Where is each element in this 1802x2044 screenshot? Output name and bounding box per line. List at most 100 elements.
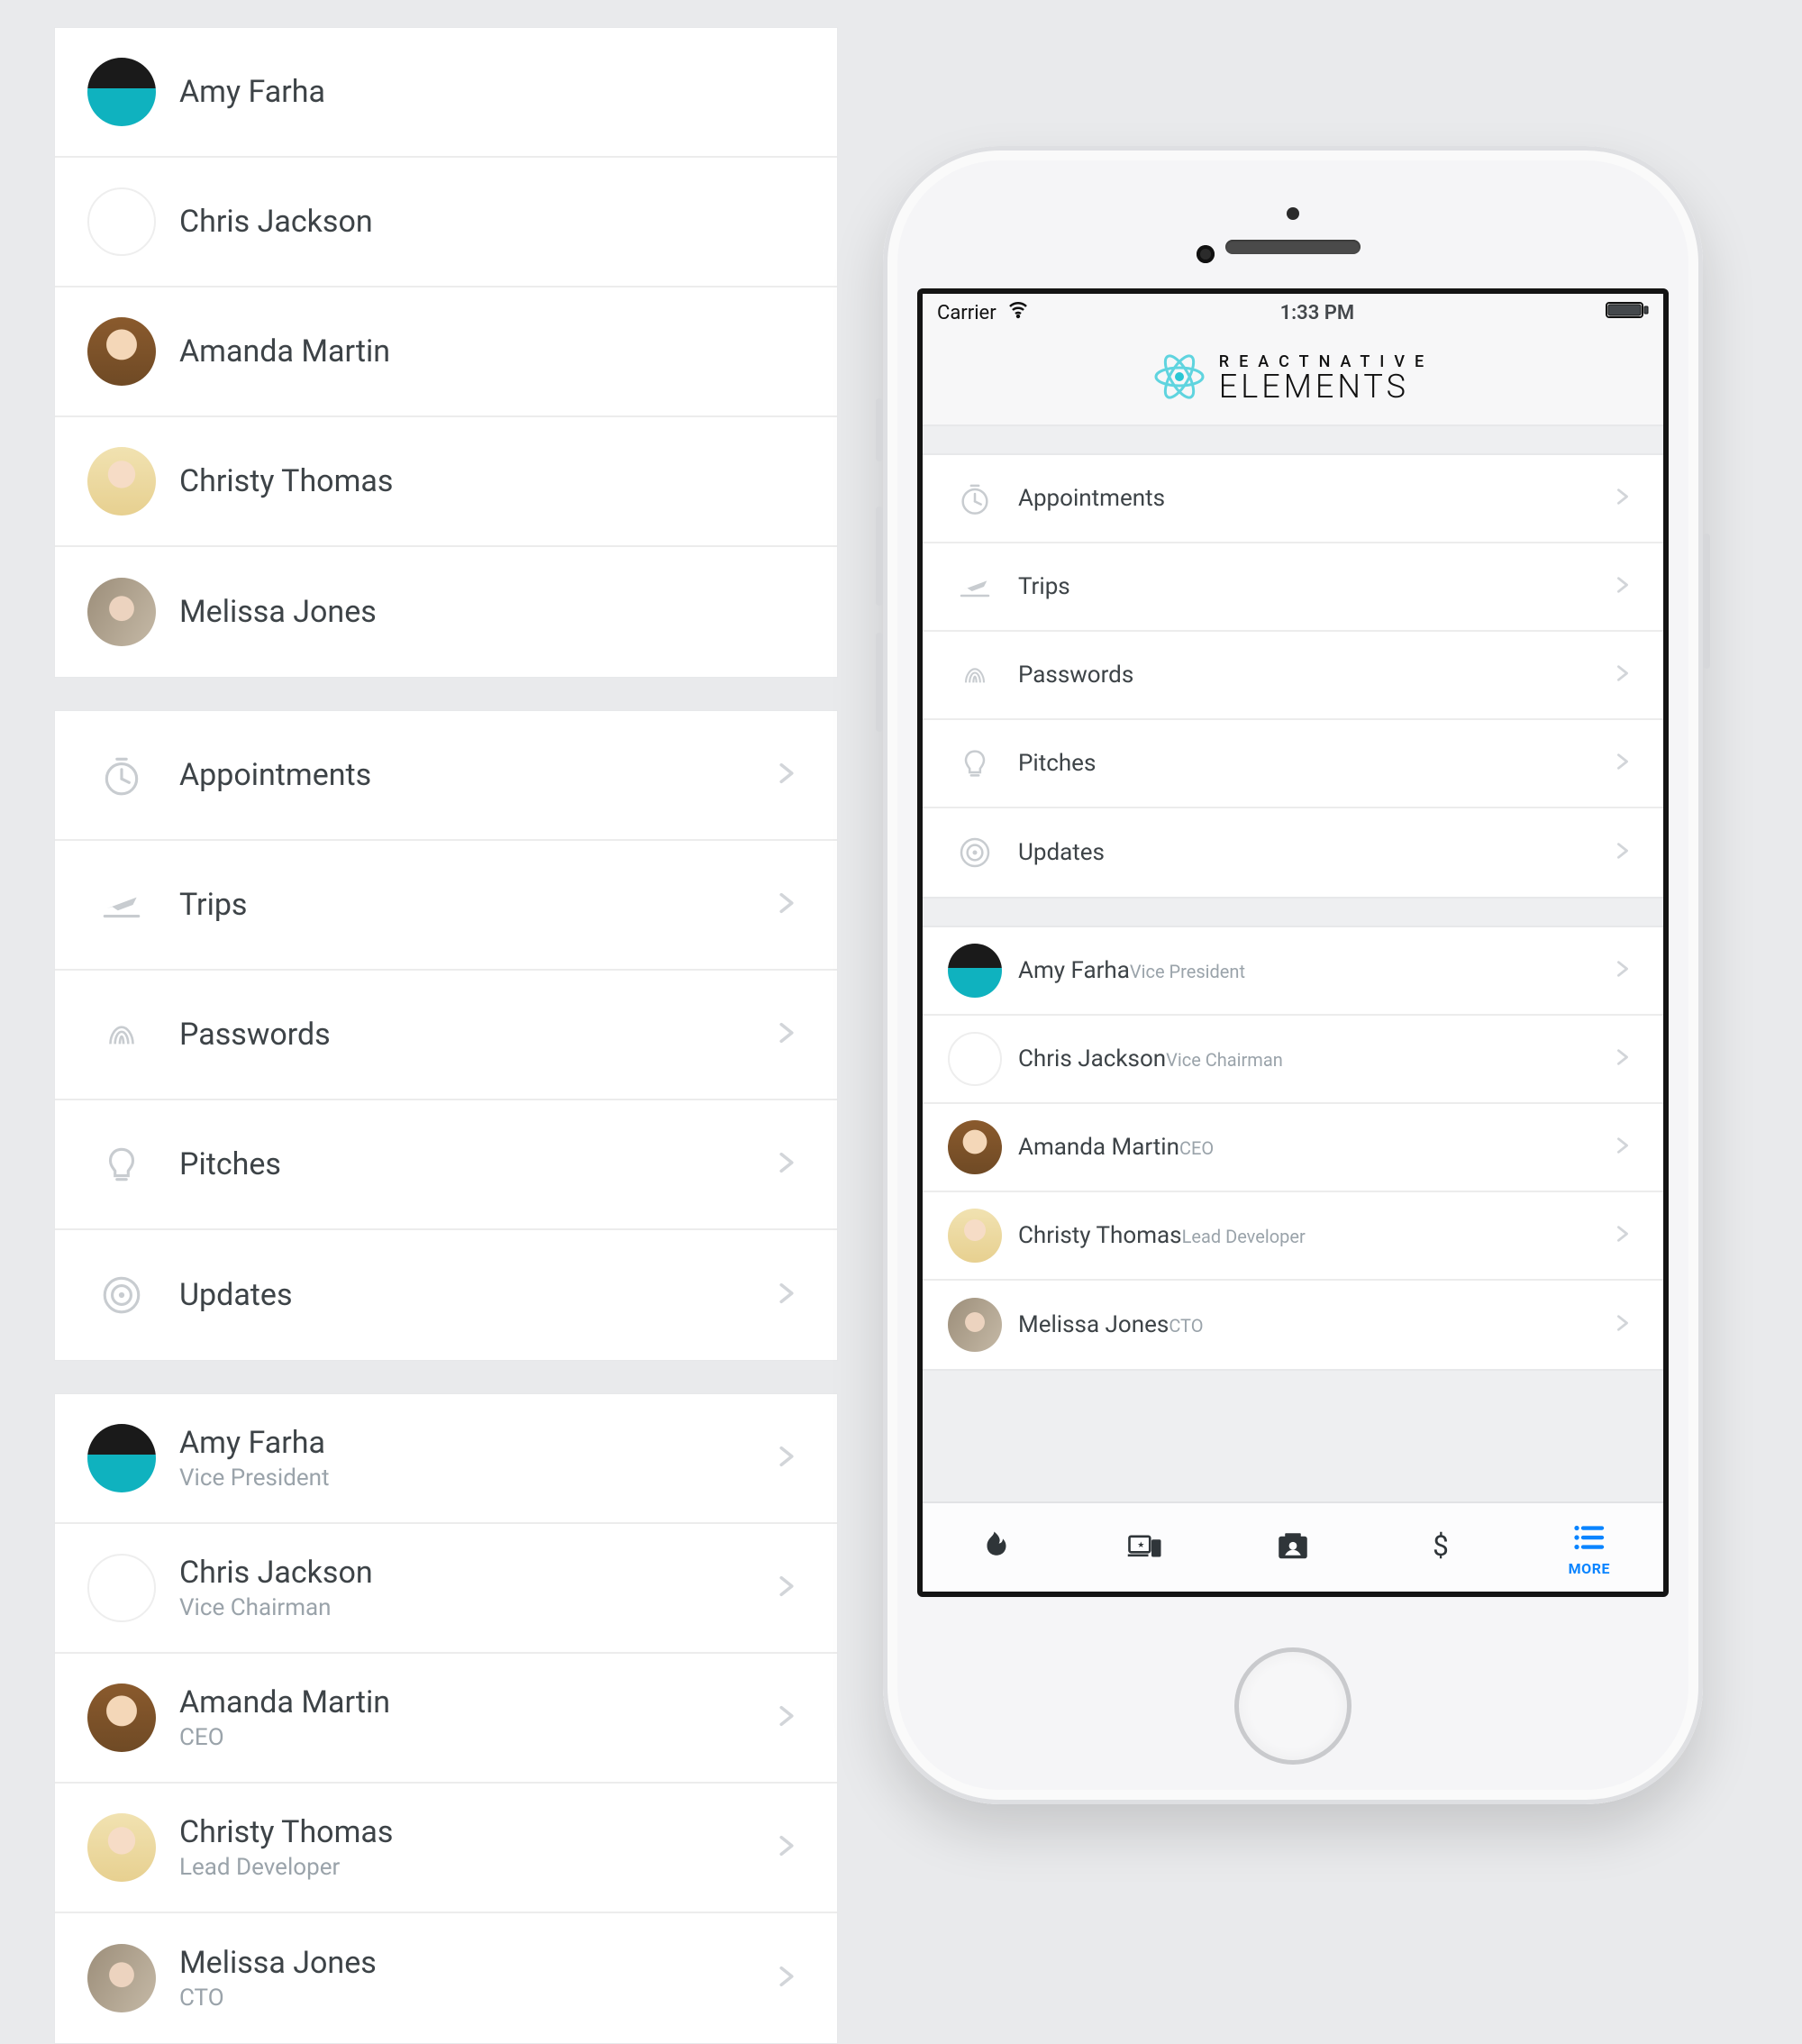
react-logo-icon	[1152, 350, 1206, 407]
list-item[interactable]: Amy FarhaVice President	[923, 927, 1663, 1016]
home-button[interactable]	[1234, 1647, 1352, 1765]
avatar	[946, 1032, 1004, 1086]
avatar	[946, 1298, 1004, 1352]
chevron-right-icon	[1613, 959, 1640, 982]
chevron-right-icon	[774, 761, 810, 789]
menu-label: Updates	[179, 1277, 774, 1313]
list-item[interactable]: Amy Farha	[55, 28, 837, 158]
avatar	[82, 1424, 161, 1492]
menu-item-trips[interactable]: Trips	[923, 543, 1663, 632]
list-item[interactable]: Amanda Martin CEO	[55, 1654, 837, 1784]
chevron-right-icon	[774, 890, 810, 919]
menu-item-appointments[interactable]: Appointments	[55, 711, 837, 841]
avatar	[82, 1813, 161, 1882]
tab-more-label: MORE	[1569, 1560, 1610, 1577]
fingerprint-icon	[946, 657, 1004, 693]
menu-item-passwords[interactable]: Passwords	[923, 632, 1663, 720]
list-item[interactable]: Melissa Jones	[55, 547, 837, 677]
menu-label: Appointments	[1018, 485, 1165, 512]
chevron-right-icon	[1613, 1313, 1640, 1337]
tab-contacts[interactable]	[1219, 1503, 1367, 1592]
chevron-right-icon	[774, 1444, 810, 1473]
tab-devices[interactable]	[1070, 1503, 1218, 1592]
menu-item-trips[interactable]: Trips	[55, 841, 837, 971]
phone-screen: Carrier 1:33 PM REACTNATIVE ELEMENTS	[917, 288, 1669, 1597]
person-name: Chris Jackson	[179, 1555, 774, 1591]
menu-label: Pitches	[1018, 750, 1096, 777]
person-name: Chris Jackson	[179, 204, 810, 240]
list-item[interactable]: Chris Jackson	[55, 158, 837, 287]
chevron-right-icon	[1613, 487, 1640, 510]
person-name: Chris Jackson	[1018, 1045, 1166, 1072]
chevron-right-icon	[774, 1020, 810, 1049]
menu-item-updates[interactable]: Updates	[923, 808, 1663, 897]
chevron-right-icon	[1613, 1047, 1640, 1071]
app-header: REACTNATIVE ELEMENTS	[923, 332, 1663, 426]
wifi-icon	[1007, 299, 1029, 326]
menu-label: Updates	[1018, 839, 1105, 866]
track-changes-icon	[946, 835, 1004, 871]
chevron-right-icon	[1613, 663, 1640, 687]
people-simple-list: Amy Farha Chris Jackson Amanda Martin Ch…	[54, 27, 838, 678]
list-item[interactable]: Chris Jackson Vice Chairman	[55, 1524, 837, 1654]
list-item[interactable]: Melissa JonesCTO	[923, 1281, 1663, 1369]
chevron-right-icon	[774, 1833, 810, 1862]
menu-label: Pitches	[179, 1146, 774, 1182]
person-role: Lead Developer	[179, 1854, 774, 1881]
list-item[interactable]: Melissa Jones CTO	[55, 1913, 837, 2043]
tab-pricing[interactable]	[1367, 1503, 1515, 1592]
avatar	[946, 1120, 1004, 1174]
tab-whatshot[interactable]	[923, 1503, 1070, 1592]
list-item[interactable]: Christy ThomasLead Developer	[923, 1192, 1663, 1281]
list-item[interactable]: Christy Thomas	[55, 417, 837, 547]
menu-item-appointments[interactable]: Appointments	[923, 455, 1663, 543]
avatar	[82, 1944, 161, 2012]
battery-icon	[1606, 300, 1649, 325]
chevron-right-icon	[1613, 841, 1640, 864]
avatar	[82, 447, 161, 516]
menu-item-pitches[interactable]: Pitches	[923, 720, 1663, 808]
menu-label: Trips	[179, 887, 774, 923]
menu-label: Trips	[1018, 573, 1070, 600]
phone-mock: Carrier 1:33 PM REACTNATIVE ELEMENTS	[883, 146, 1703, 1804]
avatar	[82, 1684, 161, 1752]
person-role: Lead Developer	[1182, 1226, 1306, 1247]
timer-icon	[946, 480, 1004, 516]
phone-menu-list: Appointments Trips Passwords	[923, 453, 1663, 899]
person-name: Christy Thomas	[1018, 1222, 1182, 1249]
tab-bar: MORE	[923, 1501, 1663, 1592]
chevron-right-icon	[1613, 1224, 1640, 1247]
list-item[interactable]: Chris JacksonVice Chairman	[923, 1016, 1663, 1104]
menu-item-passwords[interactable]: Passwords	[55, 971, 837, 1100]
person-role: Vice President	[1130, 961, 1245, 982]
list-item[interactable]: Christy Thomas Lead Developer	[55, 1784, 837, 1913]
list-item[interactable]: Amanda MartinCEO	[923, 1104, 1663, 1192]
chevron-right-icon	[774, 1964, 810, 1993]
menu-item-updates[interactable]: Updates	[55, 1230, 837, 1360]
chevron-right-icon	[774, 1574, 810, 1602]
carrier-label: Carrier	[937, 302, 997, 324]
avatar	[946, 1209, 1004, 1263]
person-name: Melissa Jones	[179, 594, 810, 630]
menu-list: Appointments Trips Passwords Pitches Upd	[54, 710, 838, 1361]
menu-label: Passwords	[179, 1017, 774, 1053]
list-item[interactable]: Amanda Martin	[55, 287, 837, 417]
people-detailed-list: Amy Farha Vice President Chris Jackson V…	[54, 1393, 838, 2044]
menu-label: Appointments	[179, 757, 774, 793]
person-role: CTO	[179, 1985, 774, 2012]
person-name: Christy Thomas	[179, 463, 810, 499]
avatar	[82, 187, 161, 256]
menu-item-pitches[interactable]: Pitches	[55, 1100, 837, 1230]
timer-icon	[82, 753, 161, 798]
menu-label: Passwords	[1018, 662, 1133, 689]
fingerprint-icon	[82, 1012, 161, 1057]
person-role: CEO	[179, 1724, 774, 1751]
person-name: Melissa Jones	[179, 1945, 774, 1981]
avatar	[82, 317, 161, 386]
tab-more[interactable]: MORE	[1515, 1503, 1663, 1592]
list-item[interactable]: Amy Farha Vice President	[55, 1394, 837, 1524]
person-role: Vice Chairman	[179, 1594, 774, 1621]
chevron-right-icon	[1613, 1136, 1640, 1159]
person-role: Vice Chairman	[1166, 1049, 1283, 1071]
person-name: Amanda Martin	[1018, 1134, 1179, 1161]
